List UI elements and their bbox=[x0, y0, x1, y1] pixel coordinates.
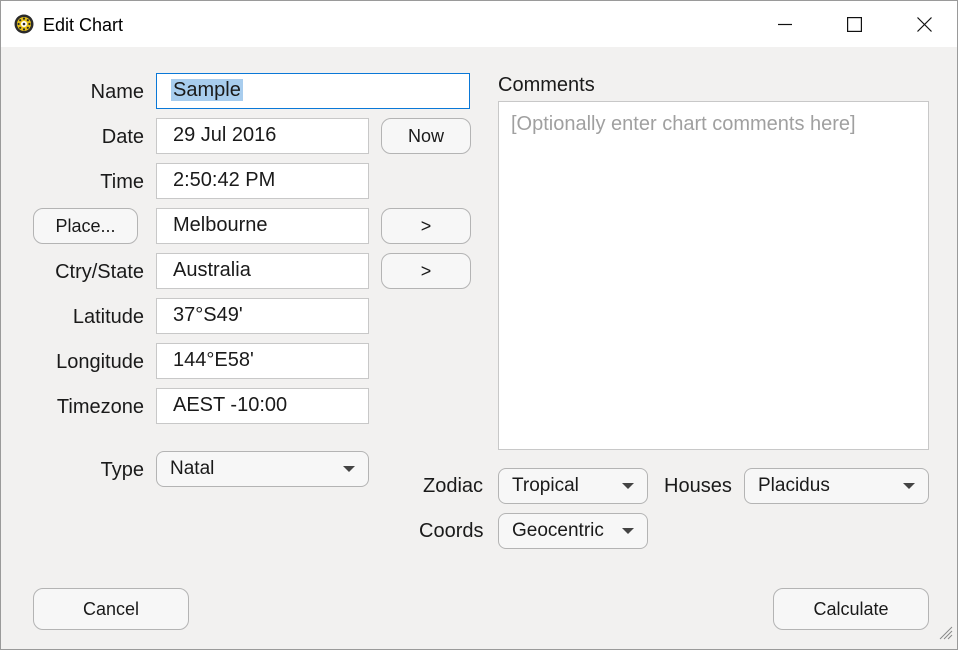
resize-grip-icon[interactable] bbox=[937, 624, 953, 645]
chevron-down-icon bbox=[343, 466, 355, 472]
chevron-down-icon bbox=[622, 528, 634, 534]
comments-label: Comments bbox=[498, 74, 595, 96]
coords-value: Geocentric bbox=[512, 520, 604, 541]
longitude-label: Longitude bbox=[56, 351, 144, 373]
minimize-icon bbox=[778, 23, 792, 26]
calculate-button[interactable]: Calculate bbox=[773, 588, 929, 630]
houses-label: Houses bbox=[664, 475, 732, 497]
name-value: Sample bbox=[171, 79, 243, 101]
close-icon bbox=[916, 16, 932, 32]
close-button[interactable] bbox=[901, 1, 947, 47]
chevron-down-icon bbox=[903, 483, 915, 489]
houses-value: Placidus bbox=[758, 475, 830, 496]
name-label: Name bbox=[90, 81, 144, 103]
maximize-icon bbox=[846, 16, 862, 32]
window-title: Edit Chart bbox=[43, 15, 124, 35]
name-input[interactable]: Sample bbox=[156, 73, 470, 109]
coords-dropdown[interactable]: Geocentric bbox=[498, 513, 648, 549]
longitude-input[interactable]: 144°E58' bbox=[156, 343, 369, 379]
place-next-button[interactable]: > bbox=[381, 208, 471, 244]
cancel-button[interactable]: Cancel bbox=[33, 588, 189, 630]
maximize-button[interactable] bbox=[831, 1, 877, 47]
latitude-input[interactable]: 37°S49' bbox=[156, 298, 369, 334]
place-input[interactable]: Melbourne bbox=[156, 208, 369, 244]
zodiac-label: Zodiac bbox=[423, 475, 484, 497]
country-next-button[interactable]: > bbox=[381, 253, 471, 289]
type-value: Natal bbox=[170, 458, 215, 479]
sun-gear-icon bbox=[14, 14, 34, 34]
comments-textarea[interactable]: [Optionally enter chart comments here] bbox=[498, 101, 929, 450]
country-label: Ctry/State bbox=[55, 261, 144, 283]
houses-dropdown[interactable]: Placidus bbox=[744, 468, 929, 504]
now-button[interactable]: Now bbox=[381, 118, 471, 154]
type-label: Type bbox=[100, 459, 144, 481]
type-dropdown[interactable]: Natal bbox=[156, 451, 369, 487]
coords-label: Coords bbox=[419, 520, 484, 542]
place-button[interactable]: Place... bbox=[33, 208, 138, 244]
title-bar: Edit Chart bbox=[1, 1, 957, 47]
latitude-label: Latitude bbox=[72, 306, 144, 328]
zodiac-value: Tropical bbox=[512, 475, 579, 496]
comments-placeholder: [Optionally enter chart comments here] bbox=[511, 113, 856, 135]
country-input[interactable]: Australia bbox=[156, 253, 369, 289]
timezone-input[interactable]: AEST -10:00 bbox=[156, 388, 369, 424]
date-input[interactable]: 29 Jul 2016 bbox=[156, 118, 369, 154]
time-label: Time bbox=[100, 171, 144, 193]
time-input[interactable]: 2:50:42 PM bbox=[156, 163, 369, 199]
chevron-down-icon bbox=[622, 483, 634, 489]
date-label: Date bbox=[101, 126, 144, 148]
timezone-label: Timezone bbox=[56, 396, 144, 418]
zodiac-dropdown[interactable]: Tropical bbox=[498, 468, 648, 504]
minimize-button[interactable] bbox=[762, 1, 808, 47]
edit-chart-dialog: Edit Chart Name Sample Date 29 Jul 2016 … bbox=[0, 0, 958, 650]
